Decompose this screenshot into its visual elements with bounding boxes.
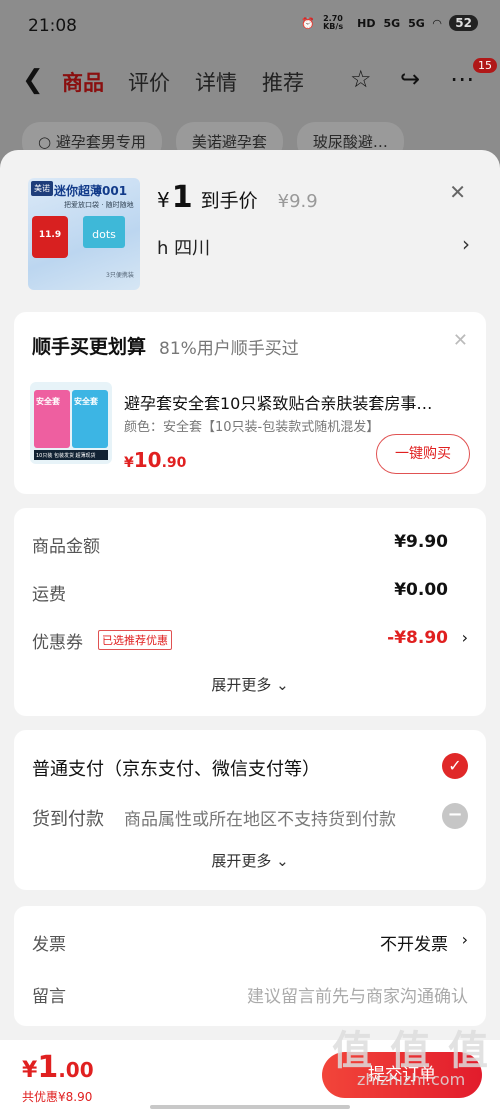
- signal-5g-icon: 5G: [383, 16, 401, 30]
- close-icon[interactable]: ✕: [449, 180, 466, 204]
- watermark-big: 值 值 值: [332, 1028, 490, 1074]
- upsell-subtitle: 81%用户顺手买过: [159, 339, 299, 359]
- watermark-small: zhizhizhi.com: [356, 1070, 466, 1089]
- price-yen: ¥: [157, 188, 170, 212]
- disabled-icon: −: [442, 803, 468, 829]
- shipping-address[interactable]: h 四川: [157, 234, 210, 260]
- invoice-value: 不开发票: [380, 935, 448, 955]
- final-price: 1: [171, 180, 193, 215]
- one-click-buy-button[interactable]: 一键购买: [376, 434, 470, 474]
- upsell-thumb-left: 安全套: [34, 390, 70, 448]
- upsell-item-image[interactable]: 安全套 安全套 10只装 包装发货 超薄现货: [30, 382, 112, 464]
- summary-value: ¥0.00: [394, 580, 448, 600]
- summary-label: 运费: [32, 585, 66, 605]
- chevron-right-icon[interactable]: ›: [462, 628, 468, 647]
- coupon-value: -¥8.90: [387, 628, 448, 648]
- check-icon[interactable]: ✓: [442, 753, 468, 779]
- payment-option-note: 商品属性或所在地区不支持货到付款: [124, 810, 396, 830]
- wifi-icon: ◠: [432, 16, 442, 30]
- invoice-label: 发票: [32, 935, 66, 955]
- tab-reviews[interactable]: 评价: [128, 67, 170, 97]
- original-price: ¥9.9: [277, 191, 318, 212]
- watermark-logo: 值 值 值 zhizhizhi.com: [332, 1030, 490, 1089]
- product-image-brand: 美诺: [31, 181, 53, 196]
- total-int: 1: [37, 1050, 59, 1085]
- home-indicator: [150, 1105, 350, 1109]
- total-price: ¥1.00: [22, 1050, 94, 1085]
- chevron-right-icon[interactable]: ›: [462, 232, 470, 256]
- payment-option-label: 普通支付（京东支付、微信支付等）: [32, 759, 320, 780]
- chevron-right-icon[interactable]: ›: [462, 930, 468, 949]
- product-image[interactable]: 美诺 迷你超薄001 把爱放口袋 · 随时随地 11.9 dots 3只便携装: [28, 178, 140, 290]
- product-image-box: dots: [83, 216, 125, 248]
- payment-option-cod: 货到付款 商品属性或所在地区不支持货到付款 −: [32, 800, 468, 832]
- payment-option-label: 货到付款: [32, 809, 104, 830]
- product-image-price-tag: 11.9: [32, 216, 68, 258]
- top-nav: ❮ 商品 评价 详情 推荐 ☆ ↪ ⋯ 15: [0, 55, 500, 105]
- upsell-thumb-strip: 10只装 包装发货 超薄现货: [34, 450, 108, 460]
- upsell-thumb-right: 安全套: [72, 390, 108, 448]
- summary-row-goods: 商品金额 ¥9.90: [32, 528, 468, 558]
- summary-label: 商品金额: [32, 537, 100, 557]
- expand-more-button[interactable]: 展开更多 ⌄: [14, 850, 486, 871]
- invoice-row[interactable]: 发票 不开发票 ›: [32, 926, 468, 956]
- message-label: 留言: [32, 987, 66, 1007]
- status-bar: 21:08 ⏰ 2.70 KB/s HD 5G 5G ◠ 52: [0, 0, 500, 50]
- search-icon: ○: [38, 133, 56, 151]
- order-sheet: 美诺 迷你超薄001 把爱放口袋 · 随时随地 11.9 dots 3只便携装 …: [0, 150, 500, 1111]
- net-speed: 2.70 KB/s: [323, 14, 344, 31]
- battery-icon: 52: [449, 15, 478, 31]
- expand-more-button[interactable]: 展开更多 ⌄: [14, 674, 486, 695]
- signal-5g-icon-2: 5G: [408, 16, 425, 30]
- upsell-price-yen: ¥: [124, 455, 134, 471]
- total-discount: 共优惠¥8.90: [22, 1090, 93, 1104]
- upsell-price-dec: .90: [161, 455, 187, 471]
- total-yen: ¥: [22, 1058, 38, 1083]
- coupon-tag: 已选推荐优惠: [98, 630, 172, 650]
- upsell-item-price: ¥10.90: [124, 448, 186, 472]
- tab-details[interactable]: 详情: [195, 67, 237, 97]
- payment-option-normal[interactable]: 普通支付（京东支付、微信支付等） ✓: [32, 750, 468, 782]
- product-header: 美诺 迷你超薄001 把爱放口袋 · 随时随地 11.9 dots 3只便携装 …: [0, 150, 500, 300]
- message-input[interactable]: 建议留言前先与商家沟通确认: [247, 982, 468, 1007]
- price-summary-card: 商品金额 ¥9.90 运费 ¥0.00 优惠券 已选推荐优惠 -¥8.90 › …: [14, 508, 486, 716]
- back-arrow-icon[interactable]: ❮: [22, 65, 44, 95]
- close-icon[interactable]: ✕: [453, 330, 468, 351]
- status-icons: ⏰ 2.70 KB/s HD 5G 5G ◠ 52: [301, 15, 478, 31]
- status-time: 21:08: [28, 16, 77, 36]
- tab-recommend[interactable]: 推荐: [262, 67, 304, 97]
- message-badge: 15: [473, 58, 497, 73]
- upsell-card: 顺手买更划算 81%用户顺手买过 ✕ 安全套 安全套 10只装 包装发货 超薄现…: [14, 312, 486, 494]
- share-icon[interactable]: ↪: [400, 65, 420, 93]
- tab-product[interactable]: 商品: [62, 67, 104, 97]
- summary-label: 优惠券: [32, 633, 83, 653]
- product-image-foot: 3只便携装: [106, 272, 134, 279]
- hd-icon: HD: [357, 16, 376, 30]
- price-line: ¥ 1 到手价 ¥9.9: [157, 180, 318, 215]
- summary-row-coupon[interactable]: 优惠券 已选推荐优惠 -¥8.90 ›: [32, 624, 468, 654]
- alarm-icon: ⏰: [301, 16, 316, 30]
- more-icon[interactable]: ⋯: [450, 65, 474, 93]
- final-price-label: 到手价: [200, 190, 258, 212]
- invoice-card: 发票 不开发票 › 留言 建议留言前先与商家沟通确认: [14, 906, 486, 1026]
- product-image-sub: 把爱放口袋 · 随时随地: [64, 201, 134, 209]
- upsell-title: 顺手买更划算: [32, 336, 147, 358]
- summary-value: ¥9.90: [394, 532, 448, 552]
- total-dec: .00: [58, 1058, 94, 1082]
- message-row[interactable]: 留言 建议留言前先与商家沟通确认: [32, 978, 468, 1008]
- chip-label: 避孕套男专用: [55, 133, 146, 151]
- star-icon[interactable]: ☆: [350, 65, 372, 93]
- upsell-item-name[interactable]: 避孕套安全套10只紧致贴合亲肤装套房事…: [124, 390, 470, 414]
- summary-row-shipping: 运费 ¥0.00: [32, 576, 468, 606]
- payment-card: 普通支付（京东支付、微信支付等） ✓ 货到付款 商品属性或所在地区不支持货到付款…: [14, 730, 486, 890]
- upsell-item-spec: 颜色：安全套【10只装-包装款式随机混发】: [124, 420, 380, 435]
- product-image-title: 迷你超薄001: [54, 184, 128, 198]
- upsell-price-int: 10: [133, 448, 162, 472]
